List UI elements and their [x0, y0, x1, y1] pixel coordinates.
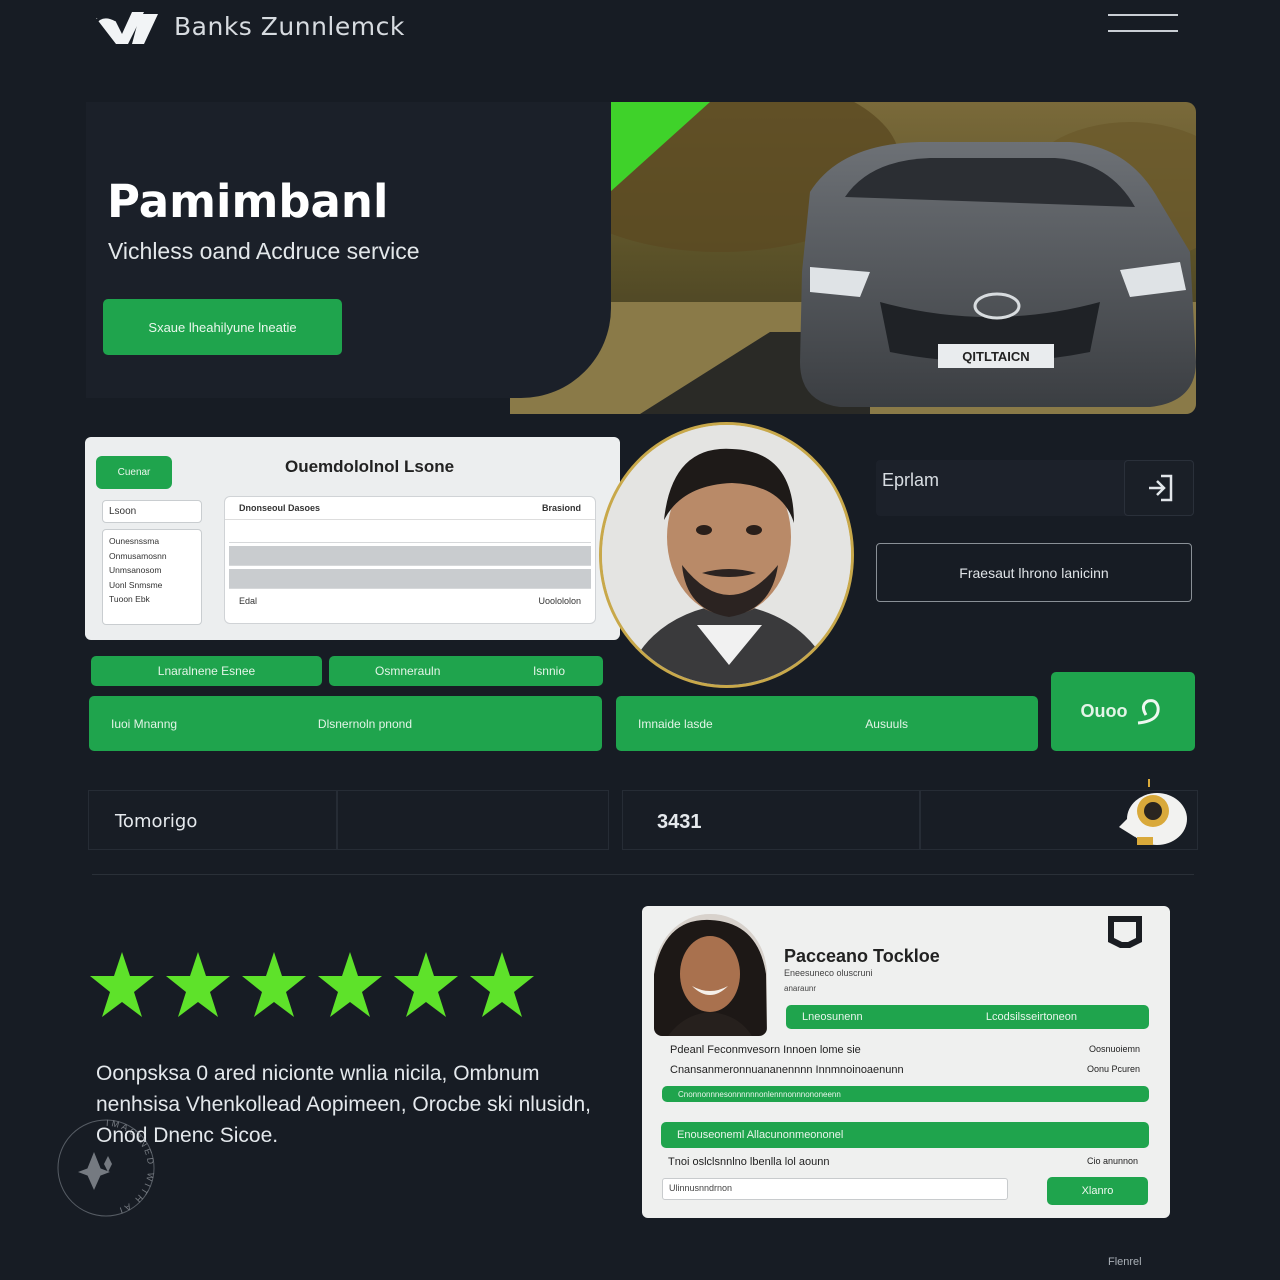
table-footer: Edal Uoolololon [225, 592, 595, 610]
testimonial-line-text: Cio anunnon [1086, 1156, 1138, 1166]
star-icon [394, 952, 458, 1017]
footer-note: Flenrel [1108, 1256, 1142, 1268]
stat-value: 3431 [657, 811, 702, 833]
testimonial-bar[interactable]: Cnonnonnnesonnnnnnonlennnonnnononeenn [662, 1086, 1149, 1102]
stats-row: Tomorigo 3431 [88, 779, 1198, 850]
action-bar-label: Osmnerauln [375, 664, 441, 678]
hero-subtitle: Vichless oand Acdruce service [108, 238, 420, 264]
testimonial-line-text: Cnansanmeronnuananennnn Innmnoinoaenunn [670, 1064, 904, 1076]
table-row[interactable] [229, 523, 591, 543]
star-icon [166, 952, 230, 1017]
rating-stars [88, 950, 536, 1020]
outline-action-button[interactable]: Fraesaut lhrono lanicinn [876, 543, 1192, 602]
testimonial-line: Pdeanl Feconmvesorn Innoen lome sie Oosn… [670, 1044, 1140, 1056]
sidebar-item[interactable]: Onmusamosnn [109, 549, 195, 564]
testimonial-subtitle-secondary: anaraunr [784, 984, 817, 993]
dashboard-sidebar-header: Lsoon [102, 500, 202, 523]
testimonial-avatar [654, 914, 767, 1036]
star-icon [90, 952, 154, 1017]
astronaut-mascot-icon[interactable] [1109, 777, 1193, 857]
section-divider [92, 874, 1194, 875]
testimonial-input[interactable]: Ulinnusnndrnon [662, 1178, 1008, 1200]
action-bar-wide-b[interactable]: Imnaide lasde Ausuuls [616, 696, 1038, 751]
login-field-label: Eprlam [882, 470, 940, 490]
testimonial-bar-label: Lneosunenn [802, 1011, 863, 1023]
dashboard-table: Dnonseoul Dasoes Brasiond Edal Uoolololo… [224, 496, 596, 624]
action-bar-wide-a[interactable]: Iuoi Mnanng Dlsnernoln pnond [89, 696, 602, 751]
sidebar-item[interactable]: Unmsanosom [109, 563, 195, 578]
star-icon [318, 952, 382, 1017]
hero-car-image: QITLTAICN [510, 102, 1196, 414]
testimonial-bar[interactable]: Enouseoneml Allacunonmeononel [661, 1122, 1149, 1148]
badge-corner-icon[interactable] [1104, 912, 1146, 952]
watermark-logo: IMAGINED WITH AI [57, 1118, 156, 1217]
stat-cell-label: Tomorigo [88, 790, 337, 850]
sidebar-item[interactable]: Uonl Snmsme [109, 578, 195, 593]
table-header: Dnonseoul Dasoes Brasiond [225, 497, 595, 520]
sidebar-item[interactable]: Ounesnssma [109, 534, 195, 549]
hero-title: Pamimbanl [107, 175, 389, 228]
table-footer-cell: Uoolololon [538, 596, 581, 606]
action-bar-small-a[interactable]: Lnaralnene Esnee [91, 656, 322, 686]
stat-cell-value: 3431 [622, 790, 920, 850]
stat-cell-empty [337, 790, 609, 850]
watermark-text: IMAGINED WITH AI [106, 1118, 156, 1216]
testimonial-bar-label: Lcodsilsseirtoneon [985, 1011, 1077, 1023]
stat-cell-mascot [920, 779, 1198, 850]
key-button-label: Ouoo [1080, 701, 1128, 721]
hamburger-menu-icon[interactable] [1108, 14, 1178, 36]
action-bar-label: Dlsnernoln pnond [317, 716, 412, 731]
profile-photo [599, 422, 854, 688]
table-row[interactable] [229, 546, 591, 566]
testimonial-line: Cnansanmeronnuananennnn Innmnoinoaenunn … [670, 1064, 1140, 1076]
stat-label: Tomorigo [115, 811, 198, 832]
testimonial-line-text: Oonu Pcuren [1086, 1064, 1140, 1074]
table-footer-cell: Edal [239, 596, 258, 606]
svg-text:QITLTAICN: QITLTAICN [962, 349, 1029, 364]
action-bar-label: Lnaralnene Esnee [157, 664, 256, 678]
testimonial-bar[interactable]: Lneosunenn Lcodsilsseirtoneon [786, 1005, 1149, 1029]
hero-panel: Pamimbanl Vichless oand Acdruce service … [86, 102, 611, 398]
login-field[interactable]: Eprlam [876, 460, 1194, 516]
table-header-cell: Brasiond [541, 503, 581, 513]
testimonial-line: Tnoi oslclsnnlno lbenlla lol aounn Cio a… [668, 1156, 1138, 1168]
testimonial-subtitle: Eneesuneco oluscruni [784, 968, 873, 978]
dashboard-sidebar: Lsoon Ounesnssma Onmusamosnn Unmsanosom … [102, 500, 202, 626]
action-bar-label: Ausuuls [865, 716, 908, 731]
action-bar-label: Imnaide lasde [638, 716, 713, 731]
testimonial-submit-button[interactable]: Xlanro [1047, 1177, 1148, 1205]
review-text: Oonpsksa 0 ared nicionte wnlia nicila, O… [96, 1062, 591, 1147]
star-icon [470, 952, 534, 1017]
brand-name: Banks Zunnlemck [174, 11, 405, 41]
table-row[interactable] [229, 569, 591, 589]
dashboard-tab[interactable]: Cuenar [96, 456, 172, 489]
key-button[interactable]: Ouoo [1051, 672, 1195, 751]
action-bar-small-b[interactable]: Osmnerauln Isnnio [329, 656, 603, 686]
testimonial-name: Pacceano Tockloe [784, 946, 940, 966]
testimonial-bar-label: Cnonnonnnesonnnnnnonlennnonnnononeenn [678, 1089, 841, 1099]
dashboard-preview-card: Cuenar Ouemdololnol Lsone Lsoon Ounesnss… [85, 437, 620, 640]
dashboard-title: Ouemdololnol Lsone [285, 457, 455, 476]
table-header-cell: Dnonseoul Dasoes [239, 503, 321, 513]
testimonial-line-text: Pdeanl Feconmvesorn Innoen lome sie [670, 1044, 861, 1056]
login-arrow-icon[interactable] [1124, 460, 1194, 516]
testimonial-line-text: Tnoi oslclsnnlno lbenlla lol aounn [668, 1156, 830, 1168]
brand-logo[interactable]: Banks Zunnlemck [92, 6, 405, 46]
hero-cta-button[interactable]: Sxaue lheahilyune lneatie [103, 299, 342, 355]
sidebar-item[interactable]: Tuoon Ebk [109, 592, 195, 607]
key-icon: Ouoo [1081, 697, 1166, 727]
testimonial-bar-label: Enouseoneml Allacunonmeononel [677, 1129, 844, 1141]
action-bar-label: Iuoi Mnanng [111, 716, 178, 731]
star-icon [242, 952, 306, 1017]
brand-logo-mark-icon [92, 12, 158, 44]
testimonial-line-text: Oosnuoiemn [1088, 1044, 1140, 1054]
action-bar-label: Isnnio [532, 664, 565, 678]
dashboard-sidebar-list: Ounesnssma Onmusamosnn Unmsanosom Uonl S… [102, 529, 202, 625]
testimonial-card: Pacceano Tockloe Eneesuneco oluscruni an… [642, 906, 1170, 1218]
hero-banner: QITLTAICN Pamimbanl Vichless oand Acdruc… [86, 102, 1196, 414]
